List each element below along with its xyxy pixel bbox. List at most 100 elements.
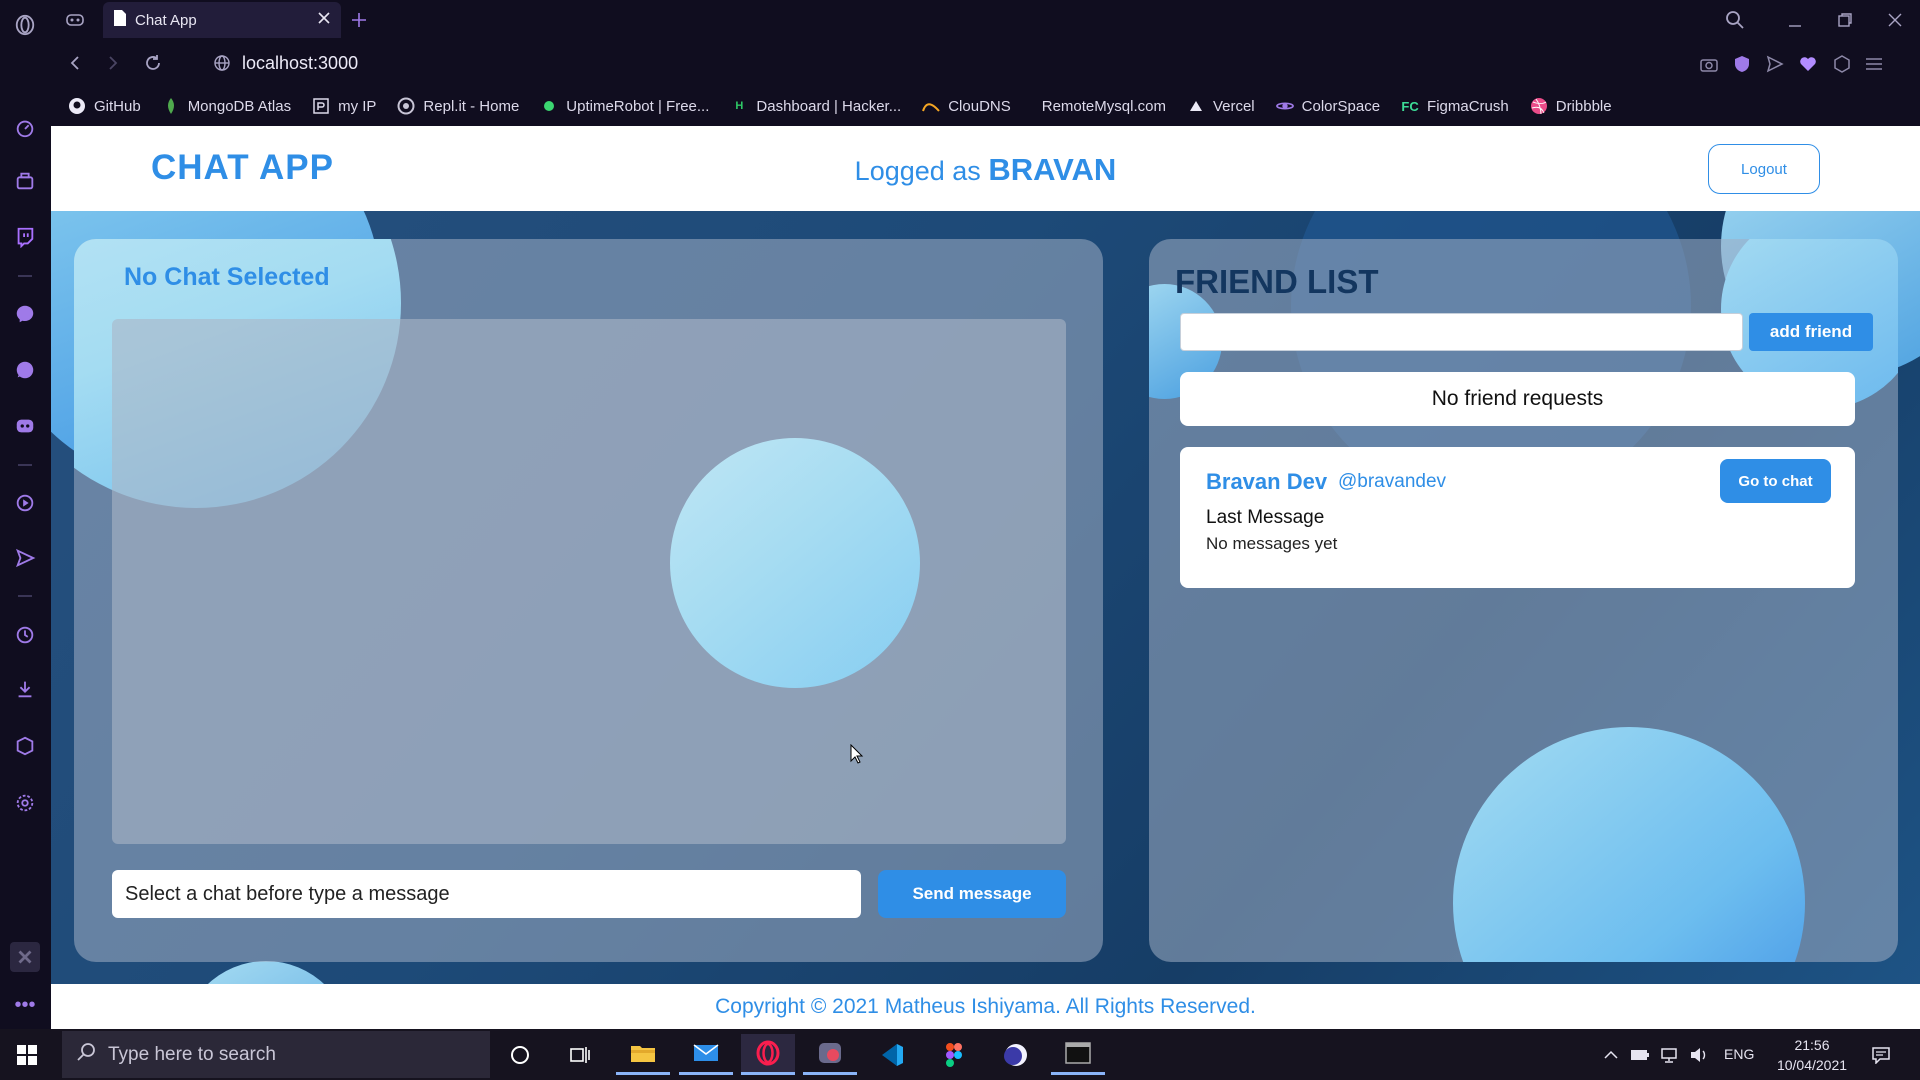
chat-app-page: CHAT APP Logged as BRAVAN Logout No Chat… <box>51 126 1920 1029</box>
reload-icon[interactable] <box>141 51 165 75</box>
github-icon <box>68 97 86 115</box>
search-icon <box>76 1042 96 1067</box>
colorspace-icon <box>1275 97 1294 115</box>
friend-requests-box: No friend requests <box>1180 372 1855 426</box>
workspaces-icon[interactable] <box>10 166 40 196</box>
bookmark-remotemysql[interactable]: RemoteMysql.com <box>1042 98 1166 115</box>
notifications-icon[interactable] <box>1870 1045 1892 1065</box>
network-icon[interactable] <box>1659 1045 1681 1065</box>
search-tabs-icon[interactable] <box>1721 6 1749 34</box>
bookmark-label: Dashboard | Hacker... <box>756 97 902 115</box>
file-explorer-icon[interactable] <box>616 1034 670 1075</box>
bookmark-vercel[interactable]: Vercel <box>1187 97 1255 115</box>
twitch-icon[interactable] <box>10 222 40 252</box>
snapshot-camera-icon[interactable] <box>1698 53 1720 75</box>
easy-setup-icon[interactable] <box>1863 53 1885 75</box>
background-bubble <box>1453 727 1805 962</box>
back-arrow-icon[interactable] <box>63 51 87 75</box>
heart-icon[interactable] <box>1797 53 1819 75</box>
bookmark-label: ColorSpace <box>1301 97 1381 115</box>
taskbar-search-box[interactable]: Type here to search <box>62 1031 490 1078</box>
extension-cube-icon[interactable] <box>1831 53 1853 75</box>
clock[interactable]: 21:56 10/04/2021 <box>1762 1035 1862 1075</box>
opera-gx-taskbar-icon[interactable] <box>741 1034 795 1075</box>
add-friend-input[interactable] <box>1180 313 1743 351</box>
windows-taskbar: Type here to search ENG 21:56 10/04/2021 <box>0 1029 1920 1080</box>
gx-controls-icon[interactable] <box>63 8 87 32</box>
history-icon[interactable] <box>10 620 40 650</box>
bookmark-label: Vercel <box>1212 97 1255 115</box>
settings-gear-icon[interactable] <box>10 788 40 818</box>
replit-icon <box>397 97 415 115</box>
app-moon-icon[interactable] <box>989 1034 1043 1075</box>
new-tab-plus-icon[interactable] <box>347 8 371 32</box>
messenger-icon[interactable] <box>10 299 40 329</box>
send-flow-icon[interactable] <box>10 543 40 573</box>
opera-logo-icon[interactable] <box>10 10 40 40</box>
volume-speaker-icon[interactable] <box>1688 1045 1710 1065</box>
mouse-cursor-icon <box>850 743 864 769</box>
speed-dial-icon[interactable] <box>10 113 40 143</box>
go-to-chat-button[interactable]: Go to chat <box>1720 459 1831 503</box>
cortana-icon[interactable] <box>493 1034 547 1075</box>
bookmark-uptimerobot[interactable]: UptimeRobot | Free... <box>540 97 709 115</box>
bookmarks-bar: GitHub MongoDB Atlas my IP Repl.it - Hom… <box>51 86 1920 126</box>
vscode-icon[interactable] <box>865 1034 919 1075</box>
chat-app-taskbar-icon[interactable] <box>803 1034 857 1075</box>
message-input[interactable]: Select a chat before type a message <box>112 870 861 918</box>
friend-name: Bravan Dev <box>1206 469 1328 494</box>
bookmark-hackerrank[interactable]: H Dashboard | Hacker... <box>730 97 901 115</box>
minimize-icon[interactable] <box>1781 6 1809 34</box>
windows-start-icon[interactable] <box>12 1040 42 1070</box>
close-tab-icon[interactable] <box>317 11 331 30</box>
flow-send-icon[interactable] <box>1764 53 1786 75</box>
browser-tab[interactable]: Chat App <box>103 2 341 38</box>
restore-icon[interactable] <box>1831 6 1859 34</box>
tab-bar: Chat App <box>51 0 1920 40</box>
bookmark-mongodb[interactable]: MongoDB Atlas <box>162 97 291 115</box>
send-message-button[interactable]: Send message <box>878 870 1066 918</box>
task-view-icon[interactable] <box>553 1034 607 1075</box>
bookmark-cloudns[interactable]: ClouDNS <box>922 97 1011 115</box>
url-field[interactable]: localhost:3000 <box>242 53 358 74</box>
tab-title: Chat App <box>135 11 197 29</box>
terminal-icon[interactable] <box>1051 1034 1105 1075</box>
close-window-icon[interactable] <box>1881 6 1909 34</box>
background-bubble <box>670 438 920 688</box>
logout-button[interactable]: Logout <box>1708 144 1820 194</box>
player-icon[interactable] <box>10 488 40 518</box>
bookmark-figmacrush[interactable]: FC FigmaCrush <box>1401 97 1508 115</box>
last-message-label: Last Message <box>1206 507 1325 528</box>
mail-icon[interactable] <box>679 1034 733 1075</box>
more-dots-icon[interactable]: ••• <box>10 990 40 1020</box>
vpn-shield-icon[interactable] <box>1731 53 1753 75</box>
bookmark-colorspace[interactable]: ColorSpace <box>1275 97 1381 115</box>
figma-icon[interactable] <box>927 1034 981 1075</box>
bookmark-label: ClouDNS <box>948 97 1011 115</box>
clock-time: 21:56 <box>1794 1037 1830 1053</box>
site-info-globe-icon[interactable] <box>210 51 234 75</box>
mongodb-leaf-icon <box>162 97 180 115</box>
downloads-icon[interactable] <box>10 674 40 704</box>
discord-icon[interactable] <box>10 411 40 441</box>
bookmark-my-ip[interactable]: my IP <box>312 97 376 115</box>
logged-username: BRAVAN <box>988 152 1117 187</box>
logged-prefix: Logged as <box>854 156 981 186</box>
bookmark-github[interactable]: GitHub <box>68 97 141 115</box>
chat-panel: No Chat Selected Select a chat before ty… <box>74 239 1103 962</box>
logged-in-status: Logged as BRAVAN <box>51 152 1920 188</box>
friend-handle: @bravandev <box>1338 471 1447 492</box>
vercel-triangle-icon <box>1187 97 1205 115</box>
bookmark-dribbble[interactable]: Dribbble <box>1530 97 1612 115</box>
app-header: CHAT APP Logged as BRAVAN Logout <box>51 126 1920 211</box>
sidebar-app-icon[interactable] <box>10 942 40 972</box>
figmacrush-icon: FC <box>1401 98 1419 114</box>
battery-icon[interactable] <box>1629 1045 1651 1065</box>
forward-arrow-icon[interactable] <box>101 51 125 75</box>
whatsapp-icon[interactable] <box>10 355 40 385</box>
bookmark-replit[interactable]: Repl.it - Home <box>397 97 519 115</box>
language-indicator[interactable]: ENG <box>1724 1046 1754 1062</box>
add-friend-button[interactable]: add friend <box>1749 313 1873 351</box>
tray-chevron-up-icon[interactable] <box>1600 1045 1622 1065</box>
extensions-icon[interactable] <box>10 731 40 761</box>
